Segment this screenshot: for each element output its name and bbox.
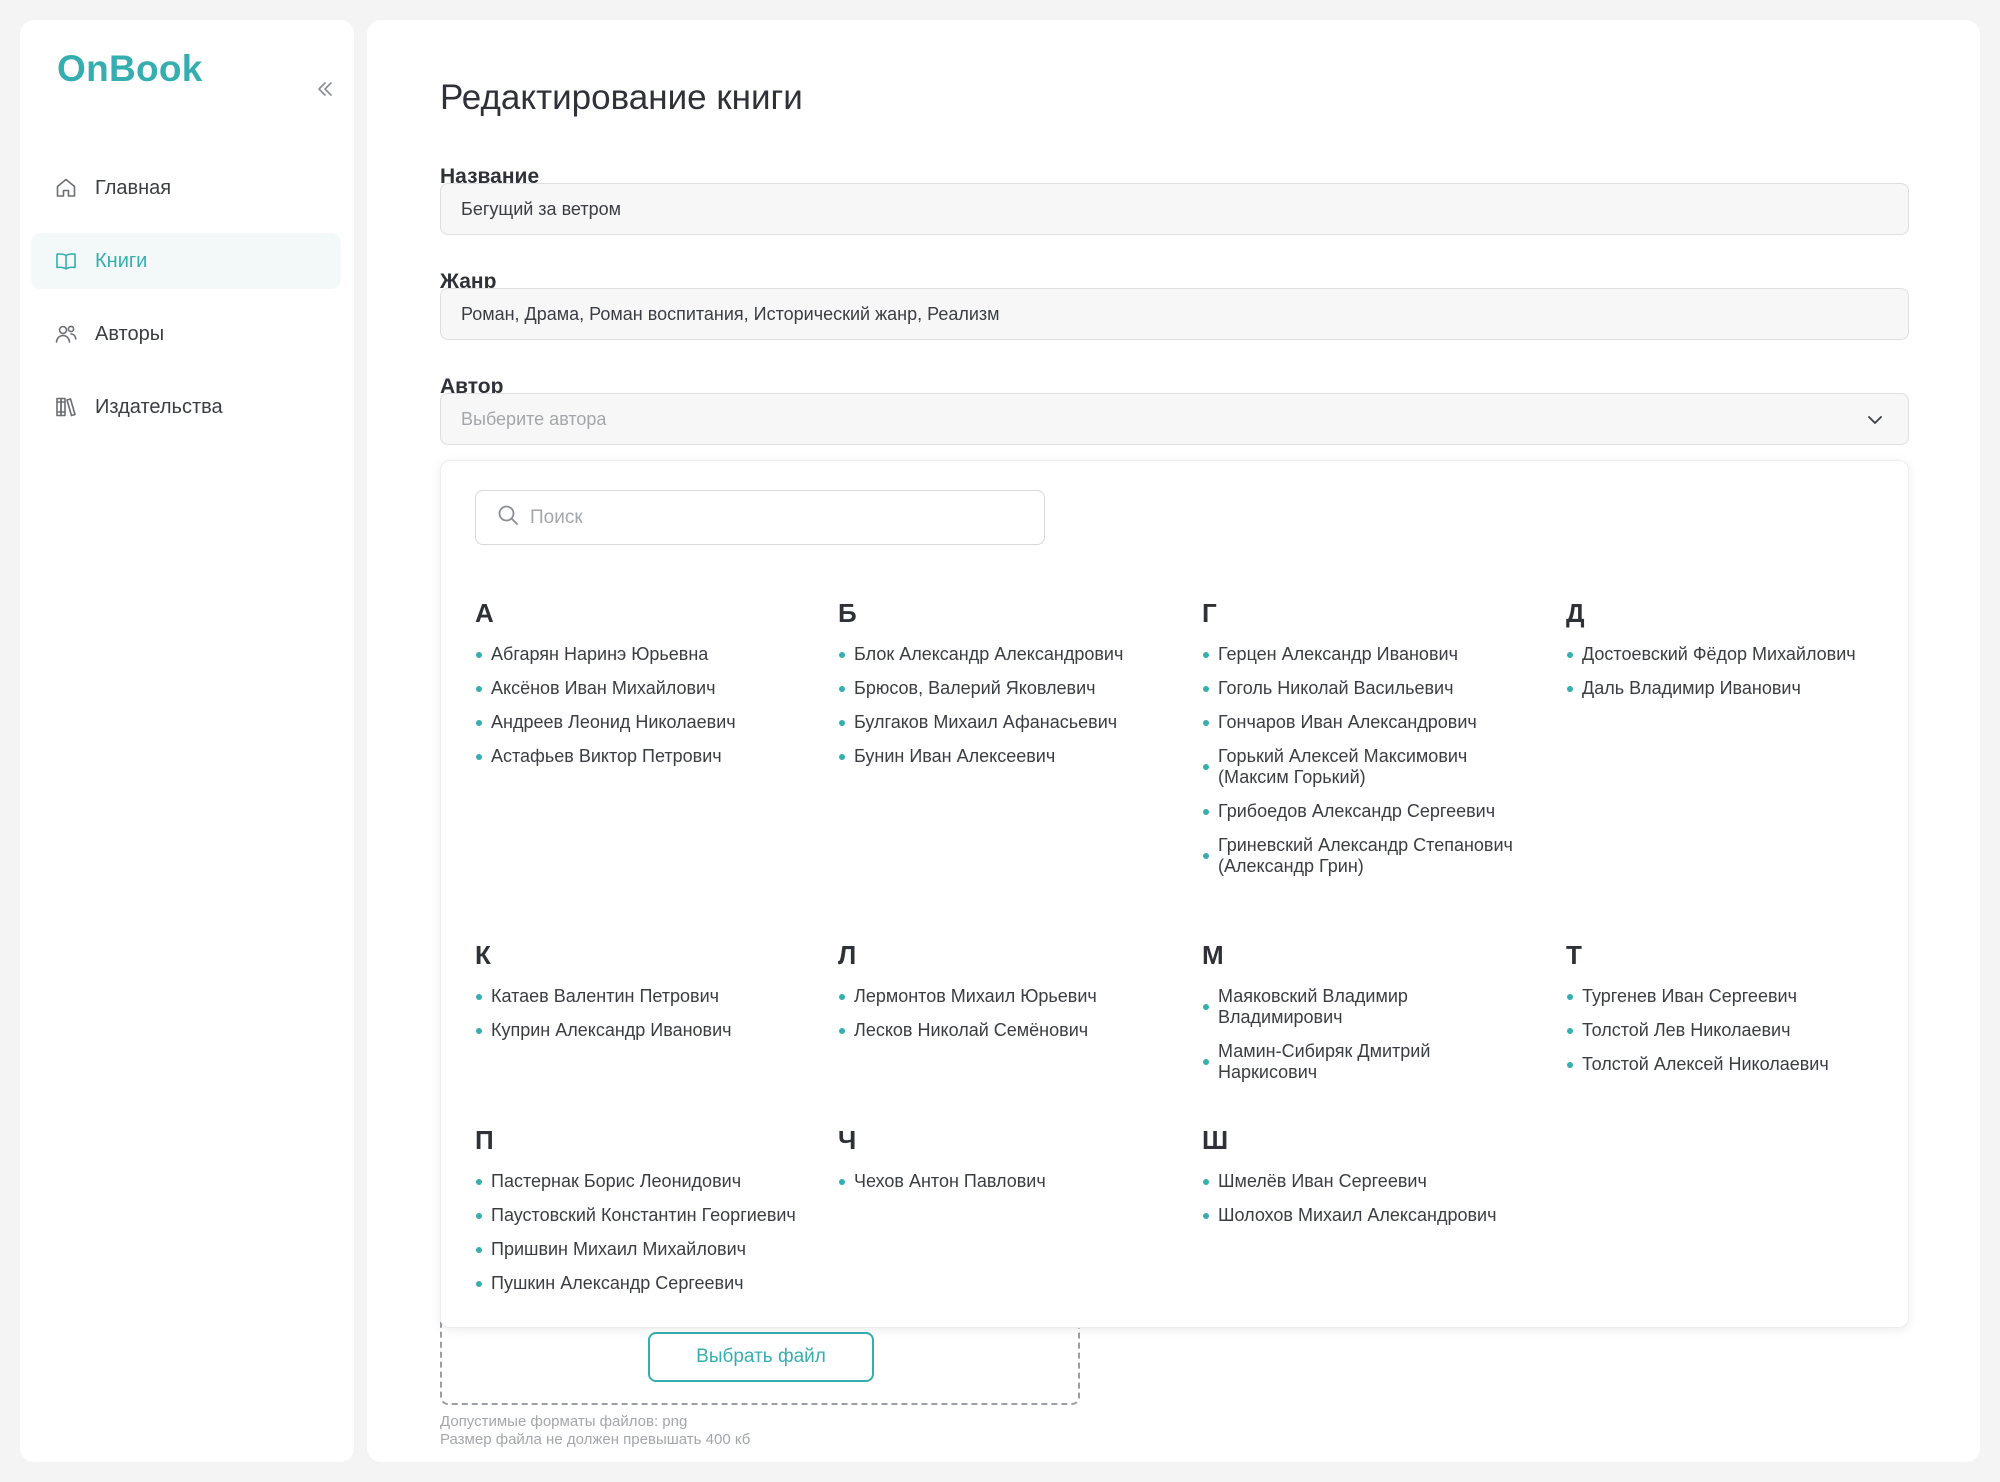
author-item[interactable]: Астафьев Виктор Петрович [475,746,805,767]
author-group-t: Т Тургенев Иван Сергеевич Толстой Лев Ни… [1566,940,1896,1088]
author-item[interactable]: Гриневский Александр Степанович (Алексан… [1202,835,1532,877]
author-select[interactable]: Выберите автора [440,393,1909,445]
author-item[interactable]: Абгарян Наринэ Юрьевна [475,644,805,665]
author-item[interactable]: Грибоедов Александр Сергеевич [1202,801,1532,822]
author-group-p: П Пастернак Борис Леонидович Паустовский… [475,1125,805,1307]
group-letter: Л [838,940,857,970]
author-group-ch: Ч Чехов Антон Павлович [838,1125,1168,1205]
author-item[interactable]: Горький Алексей Максимович (Максим Горьк… [1202,746,1532,788]
main-panel: Редактирование книги Название Бегущий за… [367,20,1980,1462]
name-value: Бегущий за ветром [461,198,621,219]
sidebar-item-label: Главная [95,176,172,199]
sidebar-item-publishers[interactable]: Издательства [31,379,341,435]
group-letter: Т [1566,940,1582,970]
author-item[interactable]: Шмелёв Иван Сергеевич [1202,1171,1532,1192]
chevron-down-icon[interactable] [1866,411,1884,434]
author-item[interactable]: Андреев Леонид Николаевич [475,712,805,733]
app-logo[interactable]: OnBook [57,48,203,90]
author-item[interactable]: Бунин Иван Алексеевич [838,746,1168,767]
page-title: Редактирование книги [440,78,803,117]
author-group-a: А Абгарян Наринэ Юрьевна Аксёнов Иван Ми… [475,598,805,780]
author-item[interactable]: Шолохов Михаил Александрович [1202,1205,1532,1226]
group-letter: К [475,940,491,970]
author-item[interactable]: Гончаров Иван Александрович [1202,712,1532,733]
author-item[interactable]: Паустовский Константин Георгиевич [475,1205,805,1226]
author-group-m: М Маяковский Владимир Владимирович Мамин… [1202,940,1532,1096]
home-icon [53,175,79,201]
author-search-input[interactable]: Поиск [475,490,1045,545]
search-icon [496,503,520,532]
author-item[interactable]: Пришвин Михаил Михайлович [475,1239,805,1260]
genre-value: Роман, Драма, Роман воспитания, Историче… [461,303,1000,324]
sidebar-nav: Главная Книги Авторы Издательства [31,160,341,452]
author-item[interactable]: Чехов Антон Павлович [838,1171,1168,1192]
author-item[interactable]: Достоевский Фёдор Михайлович [1566,644,1896,665]
sidebar-item-label: Издательства [95,395,223,418]
group-letter: Ш [1202,1125,1229,1155]
sidebar-item-home[interactable]: Главная [31,160,341,216]
book-icon [53,248,79,274]
collapse-sidebar-icon[interactable] [310,74,340,104]
author-group-sh: Ш Шмелёв Иван Сергеевич Шолохов Михаил А… [1202,1125,1532,1239]
author-item[interactable]: Пастернак Борис Леонидович [475,1171,805,1192]
author-item[interactable]: Блок Александр Александрович [838,644,1168,665]
author-item[interactable]: Аксёнов Иван Михайлович [475,678,805,699]
group-letter: М [1202,940,1224,970]
author-item[interactable]: Булгаков Михаил Афанасьевич [838,712,1168,733]
author-dropdown: Поиск А Абгарян Наринэ Юрьевна Аксёнов И… [440,460,1909,1328]
group-letter: А [475,598,494,628]
choose-file-button[interactable]: Выбрать файл [648,1332,874,1382]
author-item[interactable]: Куприн Александр Иванович [475,1020,805,1041]
sidebar-item-books[interactable]: Книги [31,233,341,289]
author-item[interactable]: Гоголь Николай Васильевич [1202,678,1532,699]
name-input[interactable]: Бегущий за ветром [440,183,1909,235]
author-item[interactable]: Даль Владимир Иванович [1566,678,1896,699]
author-item[interactable]: Катаев Валентин Петрович [475,986,805,1007]
genre-input[interactable]: Роман, Драма, Роман воспитания, Историче… [440,288,1909,340]
author-group-g: Г Герцен Александр Иванович Гоголь Никол… [1202,598,1532,890]
author-group-d: Д Достоевский Фёдор Михайлович Даль Влад… [1566,598,1896,712]
author-item[interactable]: Лесков Николай Семёнович [838,1020,1168,1041]
author-group-b: Б Блок Александр Александрович Брюсов, В… [838,598,1168,780]
sidebar-item-label: Книги [95,249,148,272]
author-item[interactable]: Герцен Александр Иванович [1202,644,1532,665]
sidebar-item-authors[interactable]: Авторы [31,306,341,362]
author-item[interactable]: Пушкин Александр Сергеевич [475,1273,805,1294]
author-item[interactable]: Лермонтов Михаил Юрьевич [838,986,1168,1007]
group-letter: Д [1566,598,1585,628]
author-item[interactable]: Толстой Лев Николаевич [1566,1020,1896,1041]
sidebar-item-label: Авторы [95,322,165,345]
group-letter: П [475,1125,494,1155]
upload-hint-size: Размер файла не должен превышать 400 кб [440,1431,751,1448]
author-group-l: Л Лермонтов Михаил Юрьевич Лесков Никола… [838,940,1168,1054]
author-placeholder: Выберите автора [461,408,607,429]
upload-hint-formats: Допустимые форматы файлов: png [440,1413,688,1430]
library-icon [53,394,79,420]
author-item[interactable]: Толстой Алексей Николаевич [1566,1054,1896,1075]
author-item[interactable]: Маяковский Владимир Владимирович [1202,986,1532,1028]
group-letter: Ч [838,1125,857,1155]
author-item[interactable]: Брюсов, Валерий Яковлевич [838,678,1168,699]
sidebar: OnBook Главная Книги Авторы Издательства [20,20,354,1462]
group-letter: Б [838,598,857,628]
group-letter: Г [1202,598,1217,628]
author-group-k: К Катаев Валентин Петрович Куприн Алекса… [475,940,805,1054]
author-item[interactable]: Тургенев Иван Сергеевич [1566,986,1896,1007]
users-icon [53,321,79,347]
search-placeholder: Поиск [530,506,583,528]
author-item[interactable]: Мамин-Сибиряк Дмитрий Наркисович [1202,1041,1532,1083]
